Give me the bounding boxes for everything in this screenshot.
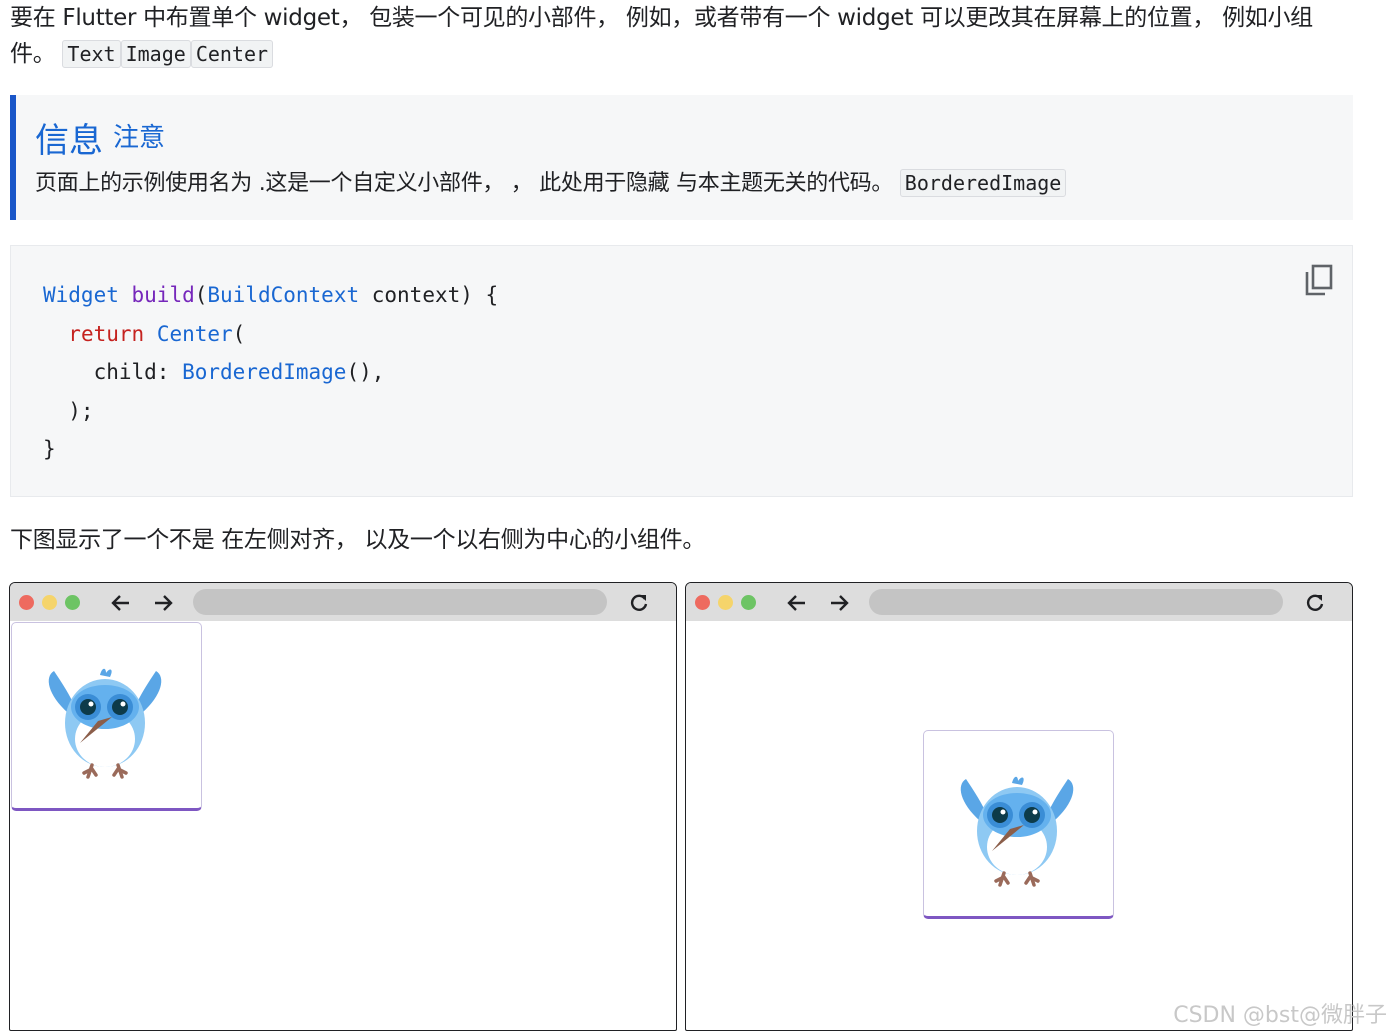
code-token: Center [156,321,233,346]
bordered-image-card [11,622,202,811]
code-line: return Center( [43,315,498,354]
code-content: Widget build(BuildContext context) { ret… [43,276,498,469]
code-line: } [43,430,498,469]
code-token: return [68,321,145,346]
code-line: ); [43,392,498,431]
inline-code-text: Text [62,40,121,68]
browser-window-left-aligned [9,582,677,1031]
close-dot [19,595,34,610]
minimize-dot [42,595,57,610]
code-line: Widget build(BuildContext context) { [43,276,498,315]
close-dot [695,595,710,610]
code-token: Widget [43,283,119,307]
browser-window-center-aligned [685,582,1353,1031]
callout-body-text: 页面上的示例使用名为 .这是一个自定义小部件， ， 此处用于隐藏 与本主题无关的… [35,171,894,196]
back-button[interactable] [110,592,132,614]
dash-bird-image [48,668,162,779]
code-token: context) { [359,283,499,307]
browser-toolbar [686,583,1352,621]
forward-button[interactable] [828,592,850,614]
address-bar[interactable] [869,589,1283,615]
minimize-dot [718,595,733,610]
inline-code-center: Center [190,40,274,68]
maximize-dot [741,595,756,610]
code-token: build [131,283,195,307]
forward-arrow-icon [831,595,849,611]
code-token: } [43,437,56,461]
callout-body: 页面上的示例使用名为 .这是一个自定义小部件， ， 此处用于隐藏 与本主题无关的… [35,165,1067,202]
maximize-dot [65,595,80,610]
back-arrow-icon [787,595,805,611]
code-token: BorderedImage [182,360,347,384]
callout-subtitle: 注意 [113,123,166,153]
reload-icon [630,594,648,611]
back-button[interactable] [786,592,808,614]
inline-code-bordered-image: BorderedImage [899,169,1067,197]
code-token: BuildContext [207,283,360,307]
code-token: child: [43,360,183,384]
intro-paragraph: 要在 Flutter 中布置单个 widget， 包装一个可见的小部件， 例如，… [10,0,1355,72]
description-text: 下图显示了一个不是 在左侧对齐， 以及一个以右侧为中心的小组件。 [10,527,706,553]
code-token: ); [43,398,94,423]
code-token: (), [346,360,385,384]
forward-button[interactable] [152,592,174,614]
watermark: CSDN @bst@微胖子 [1173,1003,1387,1028]
info-callout: 信息 注意 页面上的示例使用名为 .这是一个自定义小部件， ， 此处用于隐藏 与本… [10,95,1353,220]
reload-icon [1306,594,1324,611]
copy-icon [1305,264,1333,296]
code-line: child: BorderedImage(), [43,353,498,392]
browser-toolbar [10,583,676,621]
callout-heading: 信息 注意 [35,113,165,162]
code-token: ( [194,283,208,307]
back-arrow-icon [111,595,129,611]
address-bar[interactable] [193,589,607,615]
code-block: Widget build(BuildContext context) { ret… [10,245,1353,497]
forward-arrow-icon [155,595,173,611]
dash-bird-image [960,776,1074,887]
reload-button[interactable] [628,592,650,614]
code-token: ( [232,321,246,346]
inline-code-image: Image [120,40,191,68]
copy-code-button[interactable] [1304,264,1334,296]
callout-title: 信息 [35,121,103,161]
reload-button[interactable] [1304,592,1326,614]
bordered-image-card [923,730,1114,919]
